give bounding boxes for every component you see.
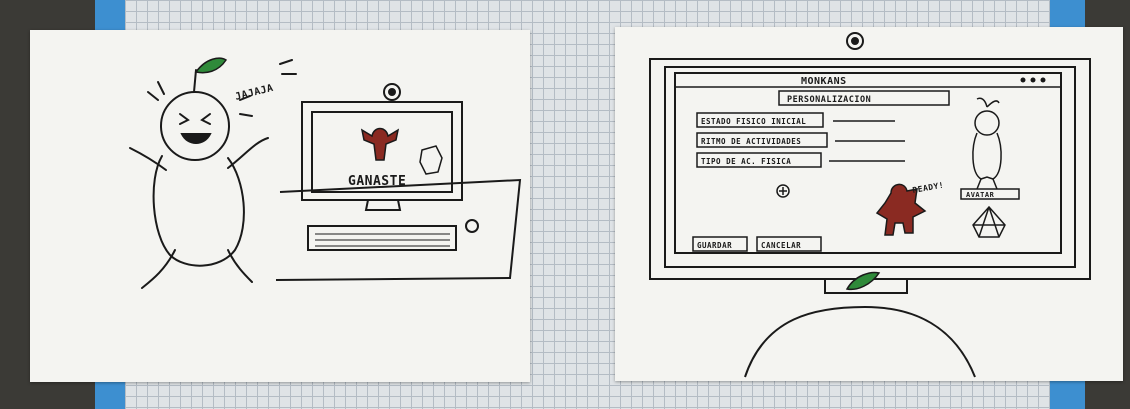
right-sketch-drawing: MONKANS PERSONALIZACION ESTADO FISICO IN… (649, 32, 1091, 378)
leaf-icon (845, 271, 881, 291)
cancel-button-label: CANCELAR (761, 241, 801, 250)
add-field-button[interactable] (776, 184, 790, 198)
gem-icon (972, 205, 1006, 238)
app-title-bar (674, 72, 1062, 88)
tab-label: PERSONALIZACION (787, 95, 871, 105)
left-sketch-drawing: JAJAJA GANASTE (129, 57, 522, 289)
field-label: ESTADO FISICO INICIAL (701, 117, 806, 126)
app-title: MONKANS (801, 76, 847, 87)
avatar-label: AVATAR (966, 191, 995, 199)
save-button-label: GUARDAR (697, 241, 732, 250)
leaf-icon (194, 57, 228, 74)
badge-icon (419, 145, 443, 175)
mascot-on-screen (360, 127, 400, 161)
mascot-text: READY! (912, 181, 945, 195)
avatar-figure (972, 97, 1002, 190)
laugh-text: JAJAJA (234, 83, 275, 103)
field-label: RITMO DE ACTIVIDADES (701, 137, 801, 146)
left-sketch-sheet: JAJAJA GANASTE (30, 30, 530, 382)
monitor-frame (649, 32, 1091, 378)
field-label: TIPO DE AC. FISICA (701, 157, 791, 166)
screen-text: GANASTE (348, 174, 406, 189)
right-sketch-sheet: MONKANS PERSONALIZACION ESTADO FISICO IN… (615, 27, 1123, 381)
window-controls-icon[interactable] (1020, 77, 1046, 83)
